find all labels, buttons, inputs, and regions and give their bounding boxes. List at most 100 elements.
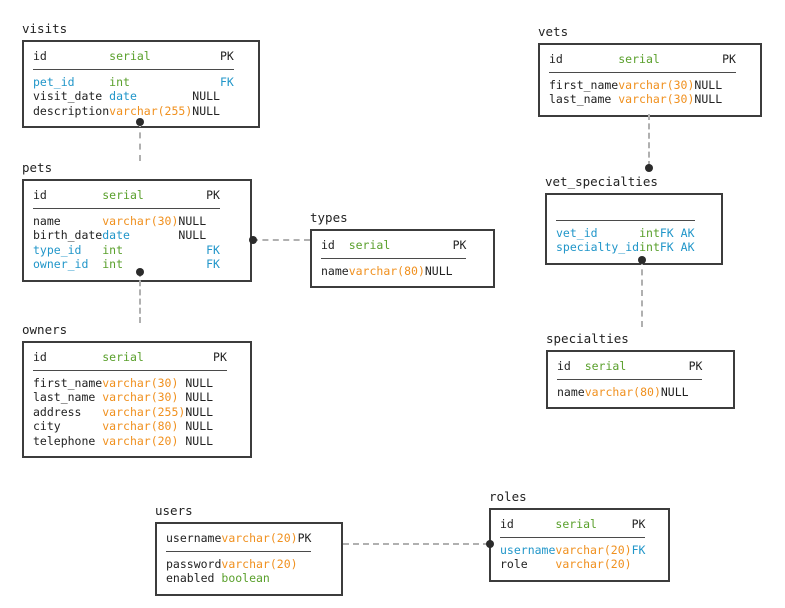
relationship-line-visits-pets <box>139 121 141 161</box>
entity-visits[interactable]: visits id serial PK pet_id int FK visit_date dat… <box>22 22 260 128</box>
column-pets-id: id serial PK <box>33 188 220 205</box>
entity-owners[interactable]: owners id serial PK first_name varchar(30) NUL… <box>22 323 252 458</box>
column-types-name-type: varchar(80) <box>348 263 425 278</box>
column-pets-name-null: NULL <box>178 213 207 228</box>
column-pets-type_id-name: type_id <box>33 242 82 257</box>
column-pets-birth_date-name: birth_date <box>33 228 103 242</box>
column-owners-last_name-null: NULL <box>185 390 214 404</box>
column-pets-birth_date-type: date <box>102 228 130 242</box>
column-vet_specialties-vet_id-key: FK AK <box>659 225 695 240</box>
column-users-enabled-key <box>298 571 312 586</box>
column-roles-role-key <box>632 557 646 572</box>
column-visits-id: id serial PK <box>33 49 234 66</box>
column-table-vet_specialties: vet_id int FK AK specialty_id int FK AK <box>556 202 695 255</box>
column-types-name-name: name <box>321 263 349 278</box>
entity-vets[interactable]: vets id serial PK first_name varchar(30) NULL l… <box>538 25 762 117</box>
entity-specialties[interactable]: specialties id serial PK name varchar(80) NULL <box>546 332 735 409</box>
column-types-id: id serial PK <box>321 238 466 255</box>
column-pets-id-key: PK <box>206 188 220 202</box>
pk-separator-line <box>549 69 736 78</box>
pk-separator-users <box>166 548 312 557</box>
pk-separator-line <box>166 548 312 557</box>
entity-title-users: users <box>155 503 193 518</box>
column-owners-last_name-key <box>213 390 227 405</box>
pk-separator-line <box>321 255 467 264</box>
entity-vet_specialties[interactable]: vet_specialties vet_id int FK AK specialty_… <box>545 175 723 265</box>
pk-separator-pets <box>33 205 220 214</box>
entity-pets[interactable]: pets id serial PK name varchar(30) NULL birth_d… <box>22 161 252 282</box>
column-visits-id-null <box>192 49 220 66</box>
column-pets-birth_date: birth_date date NULL <box>33 228 220 243</box>
pk-separator-roles <box>500 534 646 543</box>
column-vets-last_name-key <box>722 92 736 107</box>
pk-separator-line <box>33 66 234 75</box>
column-users-username-type: varchar(20) <box>221 531 298 545</box>
column-specialties-name-null: NULL <box>660 384 689 399</box>
entity-title-owners: owners <box>22 322 68 337</box>
entity-types[interactable]: types id serial PK name varchar(80) NULL <box>310 211 495 288</box>
column-pets-name: name varchar(30) NULL <box>33 214 220 229</box>
column-vets-first_name-type: varchar(30) <box>618 77 695 92</box>
column-owners-first_name-type: varchar(30) <box>102 375 179 390</box>
column-roles-id-name: id <box>500 517 514 531</box>
column-vets-first_name-key <box>722 78 736 93</box>
column-owners-telephone: telephone varchar(20) NULL <box>33 434 227 449</box>
column-table-pets: id serial PK name varchar(30) NULL birth_date d… <box>33 188 220 272</box>
column-types-name-null: NULL <box>424 263 453 278</box>
relationship-line-pets-types <box>252 239 310 241</box>
column-owners-first_name-name: first_name <box>33 375 103 390</box>
pk-separator-types <box>321 255 467 264</box>
entity-title-pets: pets <box>22 160 53 175</box>
column-users-password: password varchar(20) <box>166 557 311 572</box>
column-visits-pet_id-name: pet_id <box>33 74 75 89</box>
column-visits-description-type: varchar(255) <box>109 103 193 118</box>
column-vet_specialties-vet_id-name: vet_id <box>556 225 598 240</box>
column-pets-owner_id-null <box>178 257 206 272</box>
column-owners-first_name-null: NULL <box>185 375 214 390</box>
relationship-line-vet_specialties-specialties <box>641 259 643 327</box>
pk-separator-line <box>556 217 695 226</box>
entity-title-roles: roles <box>489 489 527 504</box>
column-users-enabled-type: boolean <box>221 571 270 585</box>
column-vets-id: id serial PK <box>549 52 736 69</box>
entity-users[interactable]: users username varchar(20) PK password varcha… <box>155 504 343 596</box>
column-owners-first_name: first_name varchar(30) NULL <box>33 376 227 391</box>
column-vet_specialties-empty-header <box>556 202 695 217</box>
column-vets-first_name: first_name varchar(30) NULL <box>549 78 736 93</box>
pk-separator-line <box>33 367 227 376</box>
column-vet_specialties-vet_id-type: int <box>639 225 660 240</box>
column-roles-id-type: serial <box>555 517 597 531</box>
column-owners-telephone-key <box>213 434 227 449</box>
column-roles-username-key: FK <box>631 542 646 557</box>
column-visits-visit_date-name: visit_date <box>33 89 103 103</box>
column-pets-name-name: name <box>33 213 61 228</box>
column-pets-id-type: serial <box>102 188 144 202</box>
entity-box-pets: id serial PK name varchar(30) NULL birth_date d… <box>22 179 252 282</box>
column-pets-owner_id: owner_id int FK <box>33 257 220 272</box>
column-owners-id-null <box>185 350 213 367</box>
column-users-username-key: PK <box>297 531 312 545</box>
column-types-name-key <box>453 264 467 279</box>
entity-box-types: id serial PK name varchar(80) NULL <box>310 229 495 288</box>
column-table-visits: id serial PK pet_id int FK visit_date date NULL d… <box>33 49 234 118</box>
column-vets-last_name-null: NULL <box>694 92 723 106</box>
entity-roles[interactable]: roles id serial PK username varchar(20) FK role… <box>489 490 670 582</box>
column-owners-telephone-null: NULL <box>185 433 214 448</box>
relationship-dot-vet_specialties-specialties <box>638 256 646 264</box>
column-pets-id-name: id <box>33 188 47 202</box>
column-visits-pet_id-type: int <box>109 74 130 89</box>
column-owners-id-type: serial <box>102 350 144 364</box>
column-pets-id-null <box>178 188 206 205</box>
column-owners-address-null: NULL <box>185 404 214 419</box>
column-roles-username: username varchar(20) FK <box>500 543 645 558</box>
entity-title-vet_specialties: vet_specialties <box>545 174 658 189</box>
column-vets-id-null <box>694 52 722 69</box>
column-visits-description-null: NULL <box>192 103 220 118</box>
entity-box-vets: id serial PK first_name varchar(30) NULL last_… <box>538 43 762 117</box>
entity-title-visits: visits <box>22 21 68 36</box>
column-pets-type_id: type_id int FK <box>33 243 220 258</box>
column-visits-visit_date-key <box>220 89 234 104</box>
pk-separator-line <box>557 376 703 385</box>
column-vets-id-type: serial <box>618 52 660 66</box>
column-vet_specialties-vet_id: vet_id int FK AK <box>556 226 695 241</box>
